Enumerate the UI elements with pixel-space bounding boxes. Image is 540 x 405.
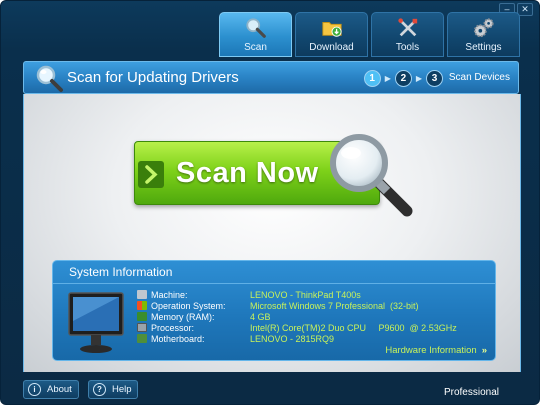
tab-tools-label: Tools — [395, 42, 420, 53]
chevron-right-icon — [138, 161, 164, 188]
info-label: Operation System: — [151, 300, 226, 311]
tab-scan[interactable]: Scan — [219, 12, 292, 57]
folder-download-icon — [321, 22, 342, 37]
motherboard-icon — [137, 334, 147, 343]
hardware-information-label: Hardware Information — [385, 345, 477, 356]
info-value: 4 GB — [250, 311, 271, 322]
tab-tools[interactable]: Tools — [371, 12, 444, 57]
info-value: LENOVO - 2815RQ9 — [250, 333, 335, 344]
tools-icon — [397, 18, 417, 37]
magnifier-icon — [330, 134, 413, 217]
info-label: Motherboard: — [151, 333, 205, 344]
step-arrow-icon: ▶ — [384, 74, 391, 83]
info-value: LENOVO - ThinkPad T400s — [250, 289, 361, 300]
scan-now-label: Scan Now — [176, 157, 319, 189]
machine-icon — [137, 290, 147, 299]
help-label: Help — [112, 384, 132, 395]
list-item: Machine: LENOVO - ThinkPad T400s — [137, 289, 457, 300]
tab-settings-label: Settings — [465, 42, 502, 53]
monitor-icon — [68, 292, 124, 353]
tab-scan-label: Scan — [244, 42, 267, 53]
list-item: Operation System: Microsoft Windows 7 Pr… — [137, 300, 457, 311]
tab-download-label: Download — [309, 42, 354, 53]
list-item: Memory (RAM): 4 GB — [137, 311, 457, 322]
info-icon: i — [28, 383, 41, 396]
step-2: 2 — [394, 70, 412, 87]
divider — [53, 283, 495, 284]
info-value: Intel(R) Core(TM)2 Duo CPU P9600 @ 2.53G… — [250, 322, 457, 333]
step-indicator: 1 ▶ 2 ▶ 3 — [363, 70, 443, 87]
footer-bar: i About ? Help Professional — [1, 370, 539, 404]
app-window: – ✕ Scan Download Tools Settings Scan fo… — [0, 0, 540, 405]
help-button[interactable]: ? Help — [88, 380, 138, 399]
main-content: Scan Now System Information Machine: LEN… — [23, 94, 521, 372]
tab-download[interactable]: Download — [295, 12, 368, 57]
info-value: Microsoft Windows 7 Professional (32-bit… — [250, 300, 419, 311]
page-header: Scan for Updating Drivers 1 ▶ 2 ▶ 3 Scan… — [23, 61, 519, 94]
system-information-title: System Information — [69, 265, 173, 279]
hardware-information-link[interactable]: Hardware Information » — [385, 345, 487, 356]
magnifier-icon — [36, 65, 63, 92]
about-button[interactable]: i About — [23, 380, 79, 399]
step-1: 1 — [363, 70, 381, 87]
magnifier-icon — [245, 18, 266, 38]
page-title: Scan for Updating Drivers — [67, 69, 239, 86]
list-item: Processor: Intel(R) Core(TM)2 Duo CPU P9… — [137, 322, 457, 333]
info-label: Processor: — [151, 322, 195, 333]
system-information-panel: System Information Machine: LENOVO - Thi… — [52, 260, 496, 361]
main-nav: Scan Download Tools Settings — [219, 12, 520, 57]
tab-settings[interactable]: Settings — [447, 12, 520, 57]
gears-icon — [473, 18, 494, 38]
help-icon: ? — [93, 383, 106, 396]
about-label: About — [47, 384, 72, 395]
double-chevron-right-icon: » — [481, 345, 487, 356]
edition-label: Professional — [443, 387, 499, 398]
memory-icon — [137, 312, 147, 321]
info-label: Memory (RAM): — [151, 311, 215, 322]
processor-icon — [137, 323, 147, 332]
step-3: 3 — [426, 70, 443, 87]
list-item: Motherboard: LENOVO - 2815RQ9 — [137, 333, 457, 344]
step-label: Scan Devices — [448, 72, 510, 83]
step-arrow-icon: ▶ — [415, 74, 422, 83]
windows-icon — [137, 301, 147, 310]
info-label: Machine: — [151, 289, 188, 300]
system-info-rows: Machine: LENOVO - ThinkPad T400s Operati… — [137, 289, 457, 344]
